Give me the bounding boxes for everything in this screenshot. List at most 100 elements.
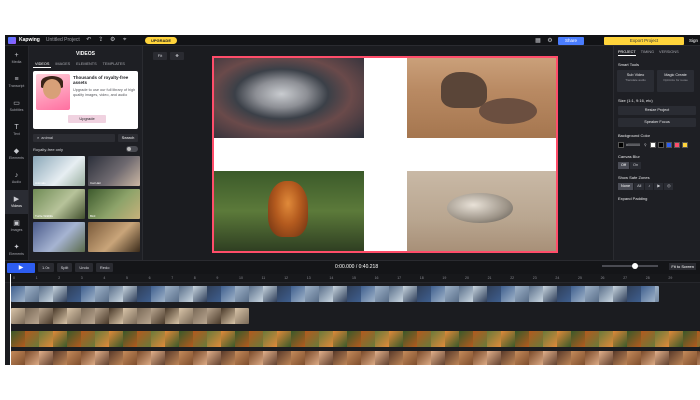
clip-seal[interactable] <box>407 171 556 251</box>
tab-versions[interactable]: VERSIONS <box>659 50 679 56</box>
project-title[interactable]: Untitled Project <box>46 37 80 43</box>
clip-frame <box>123 308 137 324</box>
asset-thumb[interactable]: Turtle Wildlife <box>33 189 85 219</box>
zoom-slider[interactable] <box>602 263 658 269</box>
speaker-focus-button[interactable]: Speaker Focus <box>618 118 696 127</box>
clip-frame <box>459 286 473 302</box>
tab-images[interactable]: IMAGES <box>53 61 72 68</box>
sidebar-item-audio[interactable]: ♪ Audio <box>5 166 28 190</box>
search-button[interactable]: Search <box>118 134 138 142</box>
tab-elements[interactable]: ELEMENTS <box>74 61 98 68</box>
pin-icon[interactable]: ⌖ <box>122 37 128 43</box>
redo-button[interactable]: Redo <box>95 263 114 272</box>
clip-elephants[interactable] <box>407 58 556 138</box>
track-seal[interactable] <box>11 308 249 324</box>
clip-rooster[interactable] <box>214 171 364 251</box>
blur-off-option[interactable]: Off <box>618 162 629 169</box>
ruler-tick-label: 19 <box>442 276 447 280</box>
sign-in-link[interactable]: Sign <box>689 38 698 43</box>
asset-thumb[interactable]: Cat Hair <box>88 156 140 186</box>
asset-thumb-label: Bird <box>90 214 96 218</box>
ruler-tick-label: 5 <box>126 276 128 280</box>
asset-thumb-label: Turtle Wildlife <box>35 214 54 218</box>
clip-frame <box>347 286 361 302</box>
play-button[interactable]: ▶ <box>7 262 35 273</box>
clip-frame <box>179 286 193 302</box>
clip-frame <box>501 351 515 365</box>
clip-frame <box>39 308 53 324</box>
gear-icon[interactable]: ⚙ <box>547 38 553 44</box>
sidebar-item-images[interactable]: ▣ Images <box>5 214 28 238</box>
settings-icon[interactable]: ⚙ <box>110 37 116 43</box>
clip-frame <box>81 351 95 365</box>
split-button[interactable]: Split <box>56 263 73 272</box>
sidebar-item-videos[interactable]: ▶ Videos <box>5 190 28 214</box>
sidebar-item-media[interactable]: + Media <box>5 46 28 70</box>
swatch-pink[interactable] <box>673 142 680 148</box>
fit-dropdown[interactable]: Fit <box>153 52 167 60</box>
upload-icon[interactable]: ⇪ <box>98 37 104 43</box>
upgrade-button[interactable]: UPGRADE <box>145 37 177 44</box>
canvas-stage: Fit ✥ <box>143 46 613 260</box>
export-project-button[interactable]: Export Project <box>603 36 684 45</box>
clip-frame <box>585 331 599 347</box>
background-color-value[interactable]: #000000 <box>626 143 640 147</box>
clip-frame <box>389 351 403 365</box>
swatch-white[interactable] <box>649 142 656 148</box>
instagram-icon[interactable]: ◎ <box>664 183 674 190</box>
kapwing-logo-icon[interactable] <box>8 36 16 44</box>
magic-create-card[interactable]: Magic Create Optimize for reuse <box>657 70 694 92</box>
tab-project[interactable]: PROJECT <box>618 50 636 56</box>
tab-templates[interactable]: TEMPLATES <box>101 61 127 68</box>
project-canvas[interactable] <box>212 56 558 253</box>
youtube-icon[interactable]: ▶ <box>654 183 664 190</box>
playhead[interactable] <box>10 274 11 365</box>
clip-frame <box>417 331 431 347</box>
asset-thumb[interactable] <box>88 222 140 252</box>
swatch-yellow[interactable] <box>681 142 688 148</box>
share-button[interactable]: Share <box>557 36 584 45</box>
speed-dropdown[interactable]: 1.0x <box>38 263 54 272</box>
clip-frame <box>361 351 375 365</box>
safe-zones-all[interactable]: All <box>634 183 645 190</box>
blur-on-option[interactable]: On <box>630 162 642 169</box>
tab-videos[interactable]: VIDEOS <box>33 61 52 68</box>
track-fish[interactable] <box>11 286 659 302</box>
track-rooster[interactable] <box>11 331 700 347</box>
safe-zones-none[interactable]: None <box>618 183 634 190</box>
swatch-blue[interactable] <box>665 142 672 148</box>
tiktok-icon[interactable]: ♪ <box>645 183 654 190</box>
track-elephants[interactable] <box>11 351 700 365</box>
sidebar-item-elements[interactable]: ✦ Elements <box>5 238 28 262</box>
clip-frame <box>235 331 249 347</box>
undo-button[interactable]: Undo <box>75 263 93 272</box>
canvas-blur-label: Canvas Blur <box>618 154 640 159</box>
clip-frame <box>11 331 25 347</box>
sidebar-item-elements[interactable]: ◆ Elements <box>5 142 28 166</box>
sidebar-item-text[interactable]: T Text <box>5 118 28 142</box>
pan-icon[interactable]: ✥ <box>170 52 184 60</box>
sub-video-card[interactable]: Sub Video Translate audio <box>617 70 654 92</box>
clip-frame <box>137 331 151 347</box>
eyedropper-icon[interactable]: ⚲ <box>644 143 647 147</box>
asset-thumb[interactable]: Animals <box>33 156 85 186</box>
current-color-swatch[interactable] <box>618 142 624 148</box>
swatch-black[interactable] <box>657 142 664 148</box>
promo-upgrade-button[interactable]: Upgrade <box>68 115 106 123</box>
sidebar-item-subtitles[interactable]: ▭ Subtitles <box>5 94 28 118</box>
royalty-free-label: Royalty-free only <box>33 146 64 152</box>
tab-timing[interactable]: TIMING <box>641 50 654 56</box>
clip-fish[interactable] <box>214 58 364 138</box>
sidebar-item-transcript[interactable]: ≡ Transcript <box>5 70 28 94</box>
search-input[interactable]: ⌕ animal <box>33 134 115 142</box>
royalty-free-toggle[interactable] <box>126 146 138 152</box>
clip-frame <box>25 351 39 365</box>
asset-thumb[interactable]: Bird <box>88 189 140 219</box>
resize-project-button[interactable]: Resize Project <box>618 106 696 115</box>
fit-to-screen-button[interactable]: Fit to Screen <box>669 263 696 270</box>
timeline-ruler[interactable]: 0 1 2 3 4 5 6 7 8 9 10 11 12 13 14 15 16 17 18 19 20 21 22 23 24… <box>5 274 700 283</box>
undo-icon[interactable]: ↶ <box>86 37 92 43</box>
grid-icon[interactable]: ▦ <box>535 38 541 44</box>
asset-thumb[interactable] <box>33 222 85 252</box>
editor-window: Kapwing Untitled Project ↶ ⇪ ⚙ ⌖ UPGRADE… <box>5 35 700 365</box>
